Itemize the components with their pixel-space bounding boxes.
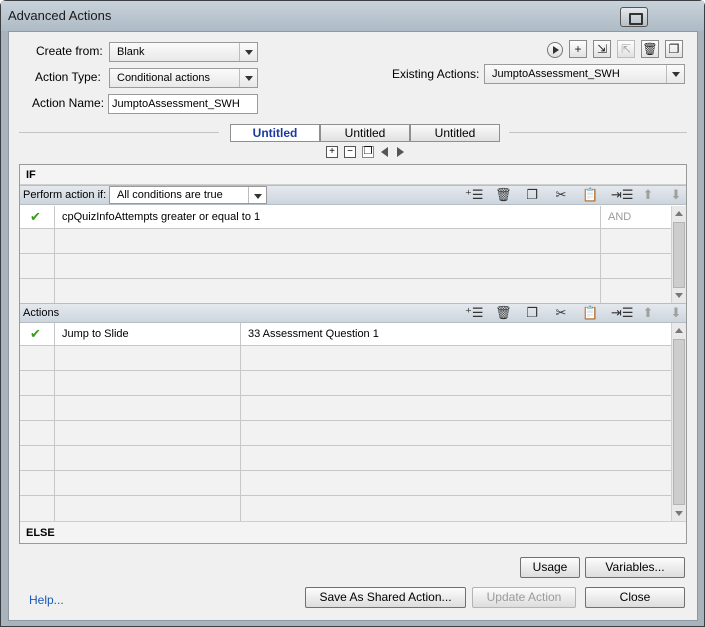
insert-condition-icon[interactable]: ⇥☰: [611, 188, 634, 202]
action-row[interactable]: [20, 496, 671, 521]
duplicate-icon[interactable]: ❐: [665, 40, 683, 58]
conditions-toolbar: Perform action if: All conditions are tr…: [20, 185, 686, 205]
move-down-icon[interactable]: ⬇: [668, 306, 684, 320]
tab-divider-right: [509, 132, 687, 133]
action-command[interactable]: Jump to Slide: [55, 323, 241, 345]
export-icon[interactable]: ⇱: [617, 40, 635, 58]
help-link[interactable]: Help...: [29, 593, 64, 607]
title-bar: Advanced Actions: [1, 1, 704, 31]
tab-divider-left: [19, 132, 219, 133]
scroll-down-icon[interactable]: [675, 511, 683, 516]
dialog-client-area: Create from: Blank Action Type: Conditio…: [8, 31, 698, 621]
action-row[interactable]: [20, 471, 671, 496]
window-close-icon[interactable]: [620, 7, 648, 27]
cut-action-row-icon[interactable]: ✂: [553, 306, 569, 320]
scroll-up-icon[interactable]: [675, 211, 683, 216]
scroll-up-icon[interactable]: [675, 328, 683, 333]
action-row[interactable]: [20, 371, 671, 396]
action-row[interactable]: [20, 396, 671, 421]
add-condition-icon[interactable]: ⁺☰: [465, 188, 484, 202]
condition-operator[interactable]: AND: [601, 206, 671, 228]
scroll-thumb[interactable]: [673, 339, 685, 505]
move-down-icon[interactable]: ⬇: [668, 188, 684, 202]
copy-condition-icon[interactable]: ❐: [524, 188, 540, 202]
update-action-button[interactable]: Update Action: [472, 587, 576, 608]
insert-action-row-icon[interactable]: ⇥☰: [611, 306, 634, 320]
condition-row[interactable]: ✔ cpQuizInfoAttempts greater or equal to…: [20, 206, 671, 229]
move-up-icon[interactable]: ⬆: [640, 188, 656, 202]
perform-action-select[interactable]: All conditions are true: [109, 186, 267, 204]
decision-panel: IF Perform action if: All conditions are…: [19, 164, 687, 544]
actions-header: Actions: [23, 307, 60, 319]
condition-row[interactable]: [20, 279, 671, 303]
action-row[interactable]: ✔ Jump to Slide 33 Assessment Question 1: [20, 323, 671, 346]
chevron-down-icon: [666, 65, 684, 83]
advanced-actions-dialog: Advanced Actions Create from: Blank Acti…: [0, 0, 705, 627]
delete-action-row-icon[interactable]: 🗑: [495, 306, 512, 320]
action-name-label: Action Name:: [32, 96, 105, 110]
previous-decision-icon[interactable]: [381, 147, 388, 157]
perform-action-value: All conditions are true: [117, 189, 223, 201]
copy-action-row-icon[interactable]: ❐: [524, 306, 540, 320]
existing-actions-label: Existing Actions:: [392, 67, 480, 81]
condition-expression[interactable]: cpQuizInfoAttempts greater or equal to 1: [55, 206, 601, 228]
copy-decision-icon[interactable]: ❐: [362, 146, 374, 158]
perform-action-label: Perform action if:: [23, 189, 107, 201]
chevron-down-icon: [248, 187, 266, 203]
actions-scrollbar[interactable]: [671, 323, 686, 521]
close-button[interactable]: Close: [585, 587, 685, 608]
usage-button[interactable]: Usage: [520, 557, 580, 578]
create-from-select[interactable]: Blank: [109, 42, 258, 62]
move-up-icon[interactable]: ⬆: [640, 306, 656, 320]
import-icon[interactable]: ⇲: [593, 40, 611, 58]
delete-condition-icon[interactable]: 🗑: [495, 188, 512, 202]
conditions-scrollbar[interactable]: [671, 206, 686, 303]
else-header[interactable]: ELSE: [20, 521, 686, 543]
action-row[interactable]: [20, 346, 671, 371]
action-row[interactable]: [20, 421, 671, 446]
check-icon[interactable]: ✔: [20, 206, 55, 228]
remove-decision-icon[interactable]: −: [344, 146, 356, 158]
scroll-down-icon[interactable]: [675, 293, 683, 298]
chevron-down-icon: [239, 43, 257, 61]
cut-condition-icon[interactable]: ✂: [553, 188, 569, 202]
existing-actions-value: JumptoAssessment_SWH: [492, 68, 620, 80]
variables-button[interactable]: Variables...: [585, 557, 685, 578]
preview-icon[interactable]: [547, 42, 563, 58]
tab-decision-2[interactable]: Untitled: [320, 124, 410, 142]
tab-decision-3[interactable]: Untitled: [410, 124, 500, 142]
save-shared-action-button[interactable]: Save As Shared Action...: [305, 587, 466, 608]
scroll-thumb[interactable]: [673, 222, 685, 288]
action-type-select[interactable]: Conditional actions: [109, 68, 258, 88]
check-icon[interactable]: ✔: [20, 323, 55, 345]
action-row[interactable]: [20, 446, 671, 471]
actions-toolbar: Actions ⁺☰ 🗑 ❐ ✂ 📋 ⇥☰ ⬆ ⬇: [20, 303, 686, 323]
condition-row[interactable]: [20, 254, 671, 279]
create-from-value: Blank: [117, 46, 145, 58]
paste-action-row-icon[interactable]: 📋: [582, 306, 598, 320]
add-decision-icon[interactable]: +: [326, 146, 338, 158]
conditions-grid: ✔ cpQuizInfoAttempts greater or equal to…: [20, 206, 671, 303]
actions-grid: ✔ Jump to Slide 33 Assessment Question 1: [20, 323, 671, 521]
tab-decision-1[interactable]: Untitled: [230, 124, 320, 142]
action-type-value: Conditional actions: [117, 72, 210, 84]
condition-row[interactable]: [20, 229, 671, 254]
window-title: Advanced Actions: [8, 8, 112, 23]
if-header: IF: [20, 165, 686, 185]
create-from-label: Create from:: [36, 44, 103, 58]
action-target[interactable]: 33 Assessment Question 1: [241, 323, 671, 345]
action-type-label: Action Type:: [35, 70, 101, 84]
add-action-icon[interactable]: +: [569, 40, 587, 58]
delete-icon[interactable]: 🗑: [641, 40, 659, 58]
chevron-down-icon: [239, 69, 257, 87]
existing-actions-select[interactable]: JumptoAssessment_SWH: [484, 64, 685, 84]
add-action-row-icon[interactable]: ⁺☰: [465, 306, 484, 320]
action-name-input[interactable]: JumptoAssessment_SWH: [108, 94, 258, 114]
paste-condition-icon[interactable]: 📋: [582, 188, 598, 202]
next-decision-icon[interactable]: [397, 147, 404, 157]
